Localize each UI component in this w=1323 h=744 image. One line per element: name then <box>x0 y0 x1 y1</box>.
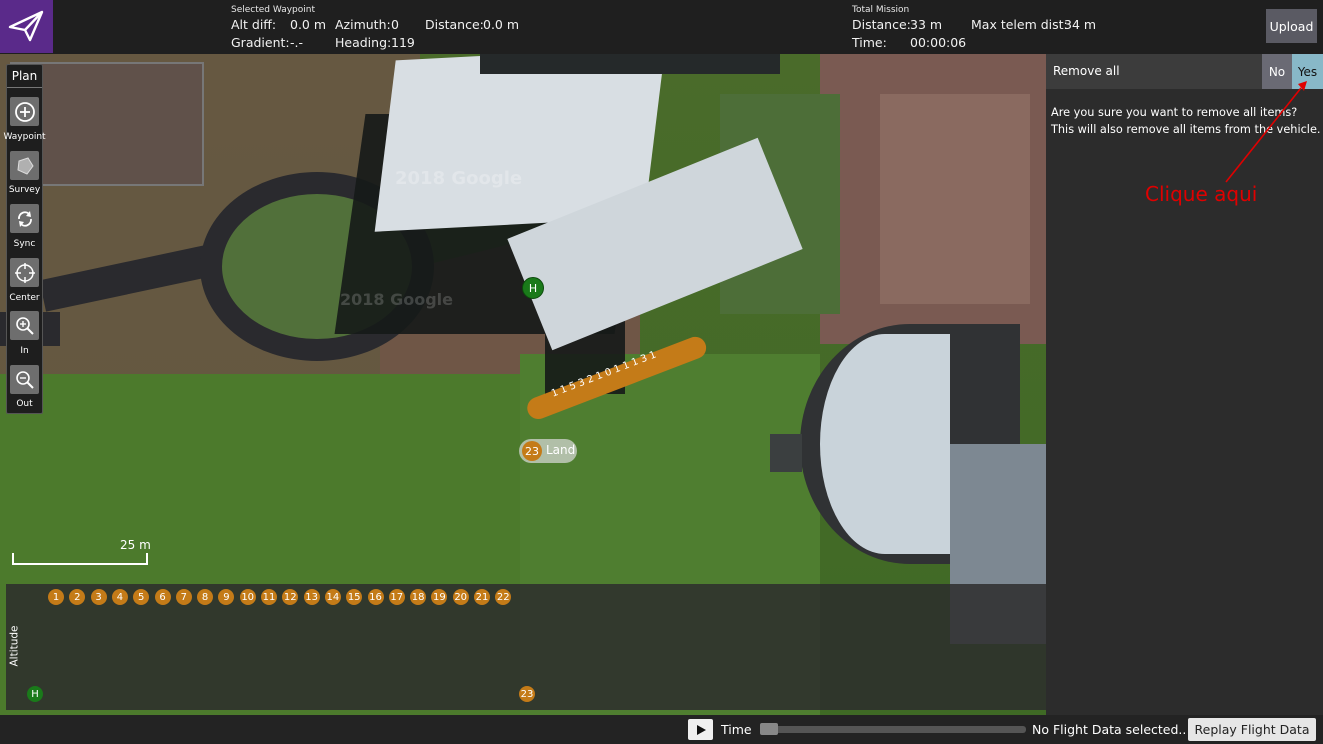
altitude-waypoint-marker[interactable]: 9 <box>218 589 235 605</box>
scale-label: 25 m <box>120 538 151 552</box>
time-label: Time: <box>852 35 887 50</box>
small-building <box>770 434 802 472</box>
altitude-waypoint-marker[interactable]: 17 <box>388 589 405 605</box>
center-tool-button[interactable] <box>10 258 39 287</box>
tool-strip-title: Plan <box>7 65 42 88</box>
top-toolbar: Selected Waypoint Alt diff: 0.0 m Azimut… <box>0 0 1323 54</box>
altitude-waypoint-marker[interactable]: 7 <box>175 589 192 605</box>
replay-flight-data-button[interactable]: Replay Flight Data <box>1188 718 1316 741</box>
altitude-waypoint-marker[interactable]: 20 <box>452 589 469 605</box>
total-mission-title: Total Mission <box>852 5 910 15</box>
survey-tool-label: Survey <box>8 185 41 195</box>
altitude-waypoint-marker[interactable]: 10 <box>239 589 256 605</box>
altitude-waypoint-marker[interactable]: 21 <box>474 589 490 605</box>
altitude-waypoint-marker[interactable]: 12 <box>282 589 299 605</box>
replay-time-slider[interactable] <box>760 726 1026 733</box>
waypoint-tool-label: Waypoint <box>3 132 46 142</box>
land-marker-label: Land <box>546 443 576 457</box>
altitude-waypoint-marker[interactable]: 6 <box>154 589 171 605</box>
distance-label: Distance: <box>425 17 484 32</box>
gradient-label: Gradient: <box>231 35 290 50</box>
plan-tool-strip: Plan Waypoint Survey Sync Center In Out <box>3 64 46 414</box>
zoom-in-button[interactable] <box>10 311 39 340</box>
center-tool-label: Center <box>9 293 40 303</box>
plus-circle-icon <box>14 101 35 122</box>
altitude-waypoint-marker[interactable]: 22 <box>495 589 512 605</box>
altitude-waypoint-marker[interactable]: 1 <box>48 589 64 605</box>
selected-waypoint-title: Selected Waypoint <box>231 5 315 15</box>
heading-value: 119 <box>391 35 415 50</box>
home-altitude-label: H <box>31 688 39 700</box>
map-watermark: 2018 Google <box>340 290 454 309</box>
altitude-waypoint-marker[interactable]: 14 <box>324 589 341 605</box>
annotation-arrow-icon <box>1225 81 1307 183</box>
crosshair-icon <box>14 262 35 283</box>
polygon-icon <box>16 156 34 175</box>
flight-replay-bar: Time No Flight Data selected.. Replay Fl… <box>0 715 1323 744</box>
zoom-in-label: In <box>20 346 29 356</box>
plan-view-logo[interactable] <box>0 0 53 53</box>
total-distance-label: Distance: <box>852 17 911 32</box>
zoom-out-icon <box>15 370 34 389</box>
mission-editor-panel: Remove all No Yes Are you sure you want … <box>1046 54 1323 715</box>
sync-tool-label: Sync <box>13 239 36 249</box>
azimuth-value: 0 <box>391 17 399 32</box>
replay-time-handle[interactable] <box>760 723 778 735</box>
altitude-waypoint-marker[interactable]: 15 <box>346 589 363 605</box>
home-altitude-marker[interactable]: H <box>27 686 43 702</box>
distance-value: 0.0 m <box>483 17 520 32</box>
alt-diff-label: Alt diff: <box>231 17 277 32</box>
map-watermark: 2018 Google <box>395 168 523 189</box>
zoom-in-icon <box>15 316 34 335</box>
altitude-axis-label: Altitude <box>8 625 21 667</box>
azimuth-label: Azimuth: <box>335 17 391 32</box>
land-altitude-label: 23 <box>520 688 534 700</box>
scale-bar <box>12 553 148 565</box>
survey-tool-button[interactable] <box>10 151 39 180</box>
altitude-waypoint-marker[interactable]: 18 <box>410 589 427 605</box>
altitude-waypoint-marker[interactable]: 5 <box>133 589 150 605</box>
gradient-value: -.- <box>290 35 303 50</box>
upload-button[interactable]: Upload <box>1266 9 1317 43</box>
play-button[interactable] <box>688 719 713 740</box>
altitude-waypoint-marker[interactable]: 3 <box>90 589 107 605</box>
altitude-profile-panel: Altitude 1 2 3 4 5 6 7 8 9 10 11 12 13 14 15 16 17 18 19 20… <box>6 584 1046 710</box>
home-marker[interactable]: H <box>522 277 544 299</box>
altitude-waypoint-marker[interactable]: 13 <box>303 589 320 605</box>
altitude-waypoint-marker[interactable]: 16 <box>367 589 384 605</box>
map-plot-dark <box>880 94 1030 304</box>
play-icon <box>696 724 706 735</box>
land-altitude-marker[interactable]: 23 <box>519 686 535 702</box>
zoom-out-label: Out <box>16 399 33 409</box>
stadium-roof <box>820 334 950 554</box>
building-roof <box>480 54 780 74</box>
altitude-waypoint-marker[interactable]: 11 <box>261 589 277 605</box>
altitude-waypoint-marker[interactable]: 2 <box>69 589 86 605</box>
altitude-waypoint-marker[interactable]: 4 <box>111 589 128 605</box>
alt-diff-value: 0.0 m <box>290 17 327 32</box>
home-marker-label: H <box>528 281 538 295</box>
replay-time-label: Time <box>721 722 752 737</box>
total-distance-value: 33 m <box>910 17 943 32</box>
no-flight-data-label: No Flight Data selected.. <box>1032 722 1187 737</box>
altitude-waypoint-marker[interactable]: 8 <box>197 589 214 605</box>
time-value: 00:00:06 <box>910 35 967 50</box>
zoom-out-button[interactable] <box>10 365 39 394</box>
sync-tool-button[interactable] <box>10 204 39 233</box>
land-marker[interactable]: 23 Land <box>519 439 577 463</box>
sync-icon <box>17 210 32 227</box>
land-marker-number: 23 <box>522 441 542 461</box>
altitude-waypoint-marker[interactable]: 19 <box>431 589 448 605</box>
max-telem-label: Max telem dist: <box>971 17 1068 32</box>
paper-plane-icon <box>8 10 44 42</box>
waypoint-tool-button[interactable] <box>10 97 39 126</box>
heading-label: Heading: <box>335 35 392 50</box>
max-telem-value: 34 m <box>1064 17 1097 32</box>
